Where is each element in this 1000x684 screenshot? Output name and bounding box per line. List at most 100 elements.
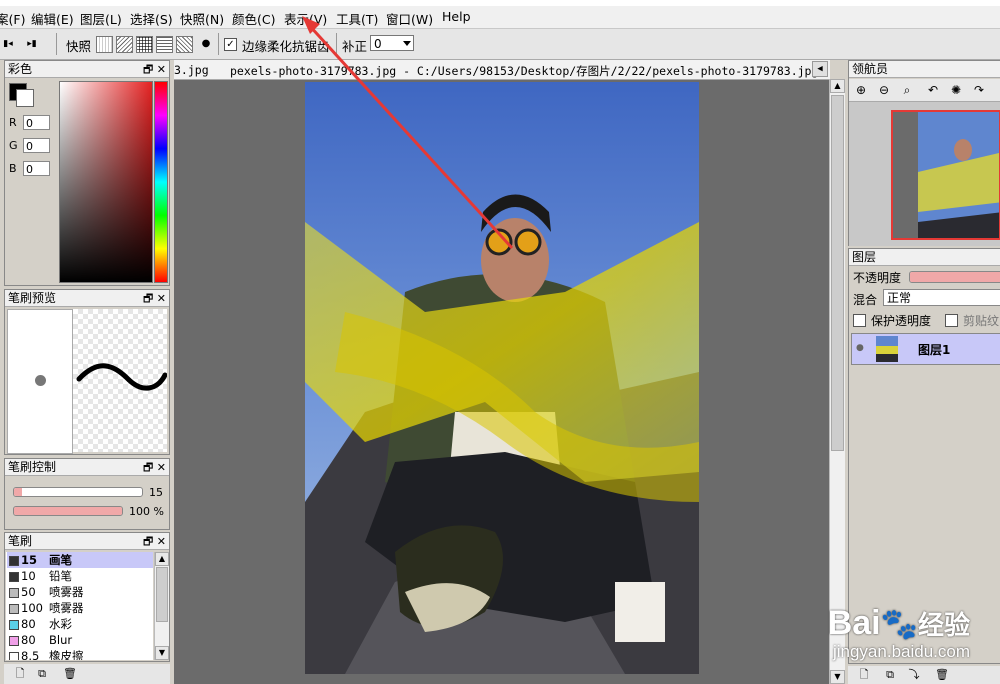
brush-color-swatch: [9, 556, 19, 566]
pattern-horizontal-button[interactable]: [156, 36, 173, 53]
tab-scroll-left-icon[interactable]: ◀: [812, 61, 828, 77]
brush-list-scrollbar[interactable]: ▲ ▼: [154, 552, 169, 660]
menu-select[interactable]: 选择(S): [130, 9, 173, 28]
scroll-down-icon[interactable]: ▼: [155, 646, 169, 660]
zoom-in-icon[interactable]: ⊕: [853, 82, 869, 98]
panel-controls[interactable]: 🗗 ✕: [143, 61, 166, 78]
zoom-out-icon[interactable]: ⊖: [876, 82, 892, 98]
brush-opacity-value: 100 %: [129, 505, 164, 518]
brush-color-swatch: [9, 620, 19, 630]
new-layer-icon[interactable]: 🗋: [856, 667, 872, 683]
annotation-arrow: [302, 16, 514, 250]
clip-label: 剪贴纹: [963, 314, 1000, 328]
navigator-viewport-frame[interactable]: [891, 110, 1000, 240]
r-input[interactable]: 0: [23, 115, 50, 130]
next-icon[interactable]: ▸▮: [24, 36, 40, 52]
copy-layer-icon[interactable]: ⧉: [882, 667, 898, 683]
layers-title: 图层: [849, 249, 1000, 266]
antialias-checkbox[interactable]: ✓: [224, 38, 237, 51]
brush-list: 15 画笔 10 铅笔 50 喷雾器 100 喷雾器 80 水彩 80 Blur 8.5 橡皮擦: [6, 552, 153, 660]
brush-list-item[interactable]: 80 Blur: [7, 632, 153, 649]
navigator-title-text: 领航员: [852, 62, 889, 76]
brush-control-panel: 笔刷控制 🗗 ✕ 15 100 %: [4, 458, 170, 530]
brush-list-item[interactable]: 8.5 橡皮擦: [7, 648, 153, 660]
panel-controls[interactable]: 🗗 ✕: [143, 459, 166, 476]
brush-list-title-text: 笔刷: [8, 534, 33, 548]
brush-list-item[interactable]: 15 画笔: [7, 552, 153, 569]
brush-preview-panel: 笔刷预览 🗗 ✕: [4, 289, 170, 455]
pattern-diagonal-button[interactable]: [116, 36, 133, 53]
brush-list-item[interactable]: 10 铅笔: [7, 568, 153, 585]
brush-opacity-slider[interactable]: [13, 506, 123, 516]
tab-previous-document[interactable]: 3.jpg: [174, 63, 209, 77]
scroll-up-icon[interactable]: ▲: [155, 552, 169, 566]
navigator-view[interactable]: [849, 102, 1000, 246]
protect-alpha-checkbox[interactable]: [853, 314, 866, 327]
delete-brush-icon[interactable]: 🗑: [62, 666, 78, 682]
rotate-right-icon[interactable]: ↷: [971, 82, 987, 98]
pattern-grid-button[interactable]: [136, 36, 153, 53]
menu-layer[interactable]: 图层(L): [80, 9, 122, 28]
zoom-fit-icon[interactable]: ⌕: [899, 82, 915, 98]
reset-rotation-icon[interactable]: ✺: [948, 82, 964, 98]
visibility-eye-icon[interactable]: ●: [856, 343, 864, 353]
brush-size: 15: [21, 553, 38, 567]
menu-snapshot[interactable]: 快照(N): [180, 9, 224, 28]
layer-thumbnail-band: [876, 346, 898, 354]
layer-opacity-slider[interactable]: [909, 271, 1000, 283]
b-label: B: [9, 162, 17, 175]
hue-slider[interactable]: [154, 81, 168, 283]
panel-controls[interactable]: 🗗 ✕: [143, 290, 166, 307]
brush-list-panel: 笔刷 🗗 ✕ 15 画笔 10 铅笔 50 喷雾器 100 喷雾器 80 水彩 80 Blur 8.5 橡…: [4, 532, 170, 662]
layer-thumbnail: [876, 336, 898, 362]
brush-list-item[interactable]: 50 喷雾器: [7, 584, 153, 601]
brush-preview-title-text: 笔刷预览: [8, 291, 57, 305]
layers-panel: 图层 不透明度 混合 正常 保护透明度 剪贴纹 ● 图层1: [848, 248, 1000, 664]
blend-mode-select[interactable]: 正常: [883, 289, 1000, 306]
navigator-panel: 领航员 ⊕ ⊖ ⌕ ↶ ✺ ↷: [848, 60, 1000, 246]
stroke-preview: [73, 309, 168, 452]
layer-actions-bar: 🗋 ⧉ ⤵ 🗑: [848, 666, 1000, 684]
menu-color[interactable]: 颜色(C): [232, 9, 275, 28]
clip-checkbox[interactable]: [945, 314, 958, 327]
scroll-thumb[interactable]: [831, 95, 844, 451]
rotate-left-icon[interactable]: ↶: [925, 82, 941, 98]
copy-brush-icon[interactable]: ⧉: [34, 666, 50, 682]
prev-icon[interactable]: ▮◂: [0, 36, 16, 52]
background-color-swatch[interactable]: [16, 89, 34, 107]
g-label: G: [9, 139, 18, 152]
new-brush-icon[interactable]: 🗋: [12, 666, 28, 682]
brush-list-item[interactable]: 100 喷雾器: [7, 600, 153, 617]
brush-size: 8.5: [21, 649, 40, 660]
annotation-arrow-head-icon: [302, 16, 320, 34]
brush-color-swatch: [9, 636, 19, 646]
layer-row[interactable]: ● 图层1: [851, 333, 1000, 365]
brush-color-swatch: [9, 604, 19, 614]
brush-size-slider[interactable]: [13, 487, 143, 497]
layers-title-text: 图层: [852, 250, 877, 264]
scroll-up-icon[interactable]: ▲: [830, 79, 845, 93]
panel-controls[interactable]: 🗗 ✕: [143, 533, 166, 550]
color-panel: 彩色 🗗 ✕ R 0 G 0 B 0: [4, 60, 170, 286]
scroll-down-icon[interactable]: ▼: [830, 670, 845, 684]
brush-list-item[interactable]: 80 水彩: [7, 616, 153, 633]
brush-color-swatch: [9, 572, 19, 582]
menu-edit[interactable]: 编辑(E): [31, 9, 74, 28]
layer-thumbnail-ground: [876, 354, 898, 362]
brush-name: Blur: [49, 633, 73, 647]
scroll-thumb[interactable]: [156, 567, 168, 622]
saturation-value-picker[interactable]: [59, 81, 153, 283]
watermark-brand-cn: 经验: [917, 610, 970, 640]
pattern-diagonal2-button[interactable]: [176, 36, 193, 53]
delete-layer-icon[interactable]: 🗑: [934, 667, 950, 683]
brush-name: 画笔: [49, 553, 72, 567]
dot-icon[interactable]: ●: [198, 36, 214, 52]
g-input[interactable]: 0: [23, 138, 50, 153]
canvas-vertical-scrollbar[interactable]: ▲ ▼: [829, 79, 845, 684]
snapshot-off-button[interactable]: [96, 36, 113, 53]
toolbar-separator: [218, 33, 219, 55]
menu-file[interactable]: 案(F): [0, 9, 25, 28]
brush-size: 80: [21, 617, 36, 631]
b-input[interactable]: 0: [23, 161, 50, 176]
merge-layer-icon[interactable]: ⤵: [906, 667, 922, 683]
